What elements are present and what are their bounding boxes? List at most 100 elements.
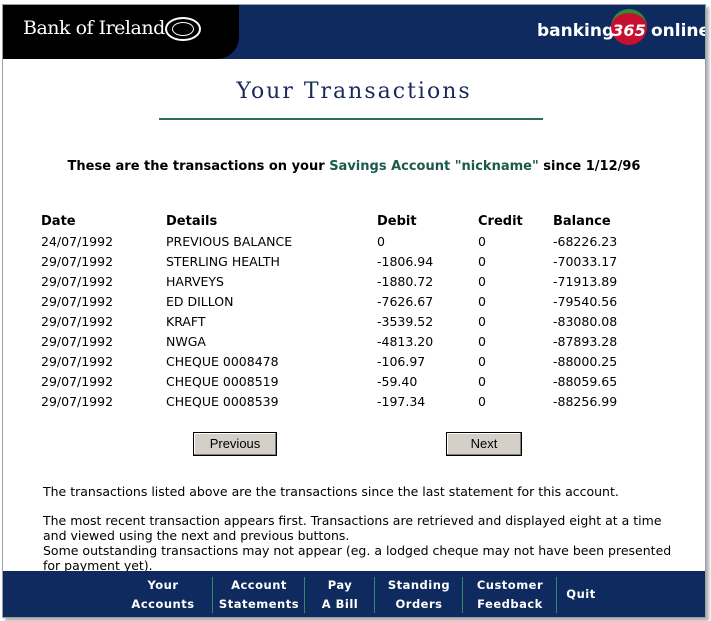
note-ordering-info: The most recent transaction appears firs…	[43, 513, 662, 543]
cell-balance: -79540.56	[553, 293, 618, 309]
cell-details: CHEQUE 0008519	[166, 373, 279, 389]
nav-customer-feedback[interactable]: Customer Feedback	[463, 571, 557, 617]
cell-credit: 0	[478, 233, 486, 249]
cell-date: 29/07/1992	[41, 273, 114, 289]
note-statement-info: The transactions listed above are the tr…	[43, 484, 619, 499]
nav-account-statements[interactable]: Account Statements	[213, 571, 305, 617]
brand-365-badge: 365	[611, 9, 647, 45]
table-row: 29/07/1992 CHEQUE 0008519 -59.40 0 -88059.65	[41, 371, 663, 391]
cell-credit: 0	[478, 373, 486, 389]
cell-debit: -1806.94	[377, 253, 434, 269]
column-header-details: Details	[166, 213, 218, 229]
column-header-date: Date	[41, 213, 76, 229]
table-row: 29/07/1992 STERLING HEALTH -1806.94 0 -70033…	[41, 251, 663, 271]
nav-pay-a-bill[interactable]: Pay A Bill	[305, 571, 375, 617]
next-button[interactable]: Next	[446, 432, 522, 456]
cell-credit: 0	[478, 293, 486, 309]
summary-suffix: since 1/12/96	[538, 159, 641, 174]
cell-date: 29/07/1992	[41, 333, 114, 349]
cell-date: 29/07/1992	[41, 253, 114, 269]
nav-label-line1: Quit	[566, 587, 596, 601]
cell-debit: -106.97	[377, 353, 426, 369]
table-row: 29/07/1992 ED DILLON -7626.67 0 -79540.56	[41, 291, 663, 311]
footer-nav: Your Accounts Account Statements Pay A Bill St…	[3, 571, 705, 617]
cell-date: 29/07/1992	[41, 293, 114, 309]
cell-debit: -197.34	[377, 393, 426, 409]
previous-button[interactable]: Previous	[193, 432, 277, 456]
table-row: 29/07/1992 NWGA -4813.20 0 -87893.28	[41, 331, 663, 351]
nav-label-line2: Orders	[395, 597, 443, 611]
cell-debit: -7626.67	[377, 293, 434, 309]
brand-banking-text: banking	[537, 21, 615, 41]
nav-label-line2: Statements	[218, 597, 300, 611]
nav-label-line1: Standing	[387, 578, 451, 592]
transactions-body: 24/07/1992 PREVIOUS BALANCE 0 0 -68226.23 29/…	[41, 231, 663, 411]
cell-date: 29/07/1992	[41, 393, 114, 409]
cell-date: 29/07/1992	[41, 353, 114, 369]
column-header-debit: Debit	[377, 213, 417, 229]
cell-credit: 0	[478, 393, 486, 409]
nav-label-line2: Feedback	[477, 597, 543, 611]
cell-details: PREVIOUS BALANCE	[166, 233, 293, 249]
nav-label-line2: A Bill	[321, 597, 359, 611]
brand-online-text: online	[651, 21, 706, 41]
nav-quit[interactable]: Quit	[557, 571, 605, 617]
table-header-row: Date Details Debit Credit Balance	[41, 211, 663, 231]
note-outstanding-info: Some outstanding transactions may not ap…	[43, 543, 672, 573]
bank-logo[interactable]: Bank of Ireland	[3, 5, 239, 59]
site-header: Bank of Ireland banking 365 online	[3, 5, 705, 59]
cell-debit: -3539.52	[377, 313, 434, 329]
cell-credit: 0	[478, 313, 486, 329]
cell-debit: 0	[377, 233, 385, 249]
cell-balance: -88059.65	[553, 373, 618, 389]
column-header-balance: Balance	[553, 213, 611, 229]
table-row: 29/07/1992 HARVEYS -1880.72 0 -71913.89	[41, 271, 663, 291]
cell-date: 29/07/1992	[41, 313, 114, 329]
account-nickname: Savings Account "nickname"	[329, 159, 539, 174]
cell-credit: 0	[478, 253, 486, 269]
nav-your-accounts[interactable]: Your Accounts	[113, 571, 213, 617]
cell-balance: -71913.89	[553, 273, 618, 289]
cell-balance: -83080.08	[553, 313, 618, 329]
cell-credit: 0	[478, 273, 486, 289]
table-row: 24/07/1992 PREVIOUS BALANCE 0 0 -68226.23	[41, 231, 663, 251]
bank-seal-icon	[165, 17, 201, 41]
table-row: 29/07/1992 KRAFT -3539.52 0 -83080.08	[41, 311, 663, 331]
cell-balance: -88256.99	[553, 393, 618, 409]
browser-page: Bank of Ireland banking 365 online Your …	[2, 4, 706, 618]
cell-credit: 0	[478, 353, 486, 369]
cell-balance: -87893.28	[553, 333, 618, 349]
cell-details: CHEQUE 0008539	[166, 393, 279, 409]
transactions-notes: The transactions listed above are the tr…	[43, 484, 683, 573]
bank-name: Bank of Ireland	[23, 17, 165, 39]
nav-standing-orders[interactable]: Standing Orders	[375, 571, 463, 617]
title-divider	[159, 118, 543, 120]
cell-details: HARVEYS	[166, 273, 224, 289]
cell-details: ED DILLON	[166, 293, 234, 309]
nav-label-line1: Pay	[327, 578, 353, 592]
cell-balance: -68226.23	[553, 233, 618, 249]
cell-details: CHEQUE 0008478	[166, 353, 279, 369]
nav-label-line1: Account	[231, 578, 287, 592]
cell-debit: -4813.20	[377, 333, 434, 349]
table-row: 29/07/1992 CHEQUE 0008539 -197.34 0 -88256.9…	[41, 391, 663, 411]
cell-details: KRAFT	[166, 313, 206, 329]
column-header-credit: Credit	[478, 213, 523, 229]
nav-label-line1: Customer	[476, 578, 544, 592]
cell-debit: -1880.72	[377, 273, 434, 289]
cell-date: 24/07/1992	[41, 233, 114, 249]
nav-label-line2: Accounts	[131, 597, 195, 611]
nav-label-line1: Your	[147, 578, 179, 592]
cell-balance: -70033.17	[553, 253, 618, 269]
cell-details: STERLING HEALTH	[166, 253, 280, 269]
page-title: Your Transactions	[236, 79, 472, 104]
cell-credit: 0	[478, 333, 486, 349]
cell-details: NWGA	[166, 333, 206, 349]
cell-debit: -59.40	[377, 373, 418, 389]
transactions-table: Date Details Debit Credit Balance 24/07/…	[41, 211, 663, 411]
table-row: 29/07/1992 CHEQUE 0008478 -106.97 0 -88000.2…	[41, 351, 663, 371]
transactions-summary: These are the transactions on your Savin…	[3, 159, 705, 174]
cell-date: 29/07/1992	[41, 373, 114, 389]
cell-balance: -88000.25	[553, 353, 618, 369]
summary-prefix: These are the transactions on your	[67, 159, 330, 174]
